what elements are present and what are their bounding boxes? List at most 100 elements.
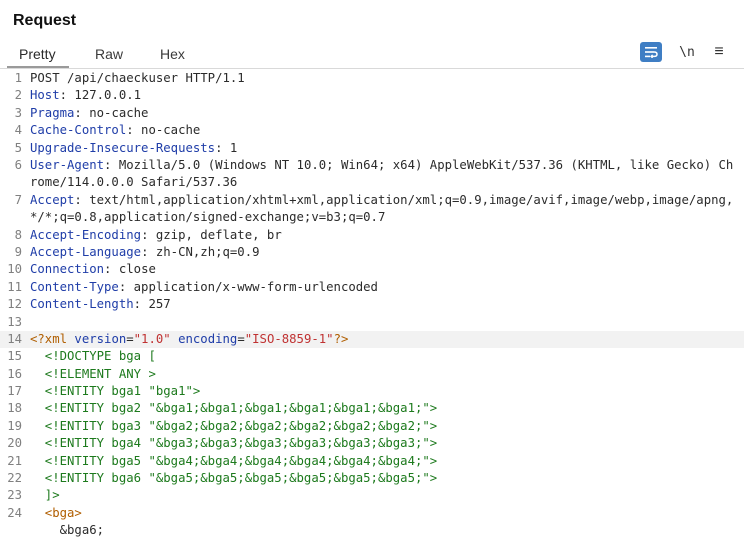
line-number: 14 (7, 331, 22, 346)
line-number: 5 (14, 140, 22, 155)
header-name: Host (30, 88, 60, 103)
code-line: 13 (0, 314, 744, 331)
doctype-text: <!DOCTYPE bga [ (30, 349, 156, 364)
show-newlines-button[interactable]: \n (675, 42, 699, 62)
header-name: Accept-Language (30, 244, 142, 259)
header-value: gzip, deflate, br (148, 227, 282, 242)
header-separator: : (74, 192, 82, 207)
request-panel-header: Request (0, 0, 744, 36)
doctype-line: 19 <!ENTITY bga3 "&bga2;&bga2;&bga2;&bga… (0, 418, 744, 435)
header-value: 1 (222, 140, 238, 155)
line-number: 3 (14, 105, 22, 120)
xml-declaration-line: 14 <?xml version="1.0" encoding="ISO-885… (0, 330, 744, 349)
header-line: 5 Upgrade-Insecure-Requests: 1 (0, 140, 744, 157)
header-line: 11 Content-Type: application/x-www-form-u… (0, 279, 744, 296)
panel-title: Request (13, 12, 77, 29)
xml-body-open-tag: <bga> (30, 505, 82, 520)
wrap-lines-button[interactable] (640, 42, 662, 62)
header-name: Pragma (30, 105, 75, 120)
header-value: Mozilla/5.0 (Windows NT 10.0; Win64; x64… (30, 157, 734, 190)
line-number: 21 (7, 453, 22, 468)
header-line: 7 Accept: text/html,application/xhtml+xml… (0, 192, 744, 227)
header-value: close (111, 262, 156, 277)
request-editor[interactable]: 1 POST /api/chaeckuser HTTP/1.1 2 Host: 1… (0, 70, 744, 558)
line-number: 4 (14, 123, 22, 138)
line-number: 17 (7, 384, 22, 399)
header-separator: : (74, 105, 82, 120)
header-name: Accept (30, 192, 75, 207)
wrap-lines-icon (645, 47, 658, 58)
code-line: 24 <bga> (0, 505, 744, 522)
line-number: 13 (7, 314, 22, 329)
doctype-text: ]> (30, 488, 60, 503)
tab-hex[interactable]: Hex (160, 46, 185, 62)
doctype-line: 18 <!ENTITY bga2 "&bga1;&bga1;&bga1;&bga… (0, 400, 744, 417)
header-name: Cache-Control (30, 123, 127, 138)
xml-attr-version: version (74, 331, 127, 346)
header-value: 257 (141, 297, 171, 312)
tab-bar-divider (0, 68, 744, 69)
doctype-text: <!ENTITY bga1 "bga1"> (30, 384, 201, 399)
line-number: 6 (14, 157, 22, 172)
xml-encoding-value: "ISO-8859-1" (244, 331, 334, 346)
doctype-line: 23 ]> (0, 487, 744, 504)
header-separator: : (215, 140, 223, 155)
xml-version-value: "1.0" (133, 331, 171, 346)
header-line: 12 Content-Length: 257 (0, 296, 744, 313)
header-separator: : (59, 88, 68, 103)
header-value: zh-CN,zh;q=0.9 (148, 244, 260, 259)
line-number: 10 (7, 262, 22, 277)
header-value: no-cache (133, 123, 201, 138)
menu-icon[interactable]: ≡ (708, 42, 730, 62)
line-number: 2 (14, 88, 22, 103)
xml-body-text: &bga6; (30, 523, 105, 538)
line-number: 16 (7, 366, 22, 381)
header-line: 6 User-Agent: Mozilla/5.0 (Windows NT 10.… (0, 157, 744, 192)
line-number: 23 (7, 488, 22, 503)
code-line: &bga6; (0, 522, 744, 539)
header-name: Upgrade-Insecure-Requests (30, 140, 216, 155)
xml-decl-close: ?> (333, 331, 349, 346)
doctype-line: 22 <!ENTITY bga6 "&bga5;&bga5;&bga5;&bga… (0, 470, 744, 487)
doctype-text: <!ENTITY bga2 "&bga1;&bga1;&bga1;&bga1;&… (30, 401, 438, 416)
header-separator: : (133, 297, 142, 312)
header-name: Content-Type (30, 279, 119, 294)
line-number: 22 (7, 471, 22, 486)
doctype-text: <!ENTITY bga5 "&bga4;&bga4;&bga4;&bga4;&… (30, 453, 438, 468)
header-name: User-Agent (30, 157, 105, 172)
header-separator: : (126, 123, 134, 138)
header-value: 127.0.0.1 (67, 88, 142, 103)
xml-eq: = (237, 331, 245, 346)
doctype-text: <!ELEMENT ANY > (30, 366, 156, 381)
line-number: 12 (7, 297, 22, 312)
xml-decl-open: <?xml (30, 331, 75, 346)
doctype-line: 15 <!DOCTYPE bga [ (0, 348, 744, 365)
header-name: Accept-Encoding (30, 227, 142, 242)
header-line: 3 Pragma: no-cache (0, 105, 744, 122)
line-number: 1 (14, 71, 22, 85)
line-number: 15 (7, 349, 22, 364)
tab-pretty[interactable]: Pretty (19, 46, 56, 62)
header-name: Content-Length (30, 297, 134, 312)
xml-attr-encoding: encoding (170, 331, 238, 346)
line-number: 11 (7, 279, 22, 294)
header-value: application/x-www-form-urlencoded (126, 279, 378, 294)
header-line: 10 Connection: close (0, 261, 744, 278)
header-line: 9 Accept-Language: zh-CN,zh;q=0.9 (0, 244, 744, 261)
line-number: 18 (7, 401, 22, 416)
doctype-line: 16 <!ELEMENT ANY > (0, 366, 744, 383)
line-number: 19 (7, 418, 22, 433)
header-value: text/html,application/xhtml+xml,applicat… (30, 192, 734, 225)
line-number: 24 (7, 505, 22, 520)
view-tab-bar: Pretty Raw Hex (0, 38, 744, 69)
line-number: 9 (14, 244, 22, 259)
doctype-line: 20 <!ENTITY bga4 "&bga3;&bga3;&bga3;&bga… (0, 435, 744, 452)
doctype-line: 17 <!ENTITY bga1 "bga1"> (0, 383, 744, 400)
doctype-text: <!ENTITY bga3 "&bga2;&bga2;&bga2;&bga2;&… (30, 418, 438, 433)
tab-raw[interactable]: Raw (95, 46, 123, 62)
line-number: 7 (14, 192, 22, 207)
doctype-text: <!ENTITY bga4 "&bga3;&bga3;&bga3;&bga3;&… (30, 436, 438, 451)
header-value: no-cache (81, 105, 149, 120)
line-number: 8 (14, 227, 22, 242)
doctype-text: <!ENTITY bga6 "&bga5;&bga5;&bga5;&bga5;&… (30, 471, 438, 486)
